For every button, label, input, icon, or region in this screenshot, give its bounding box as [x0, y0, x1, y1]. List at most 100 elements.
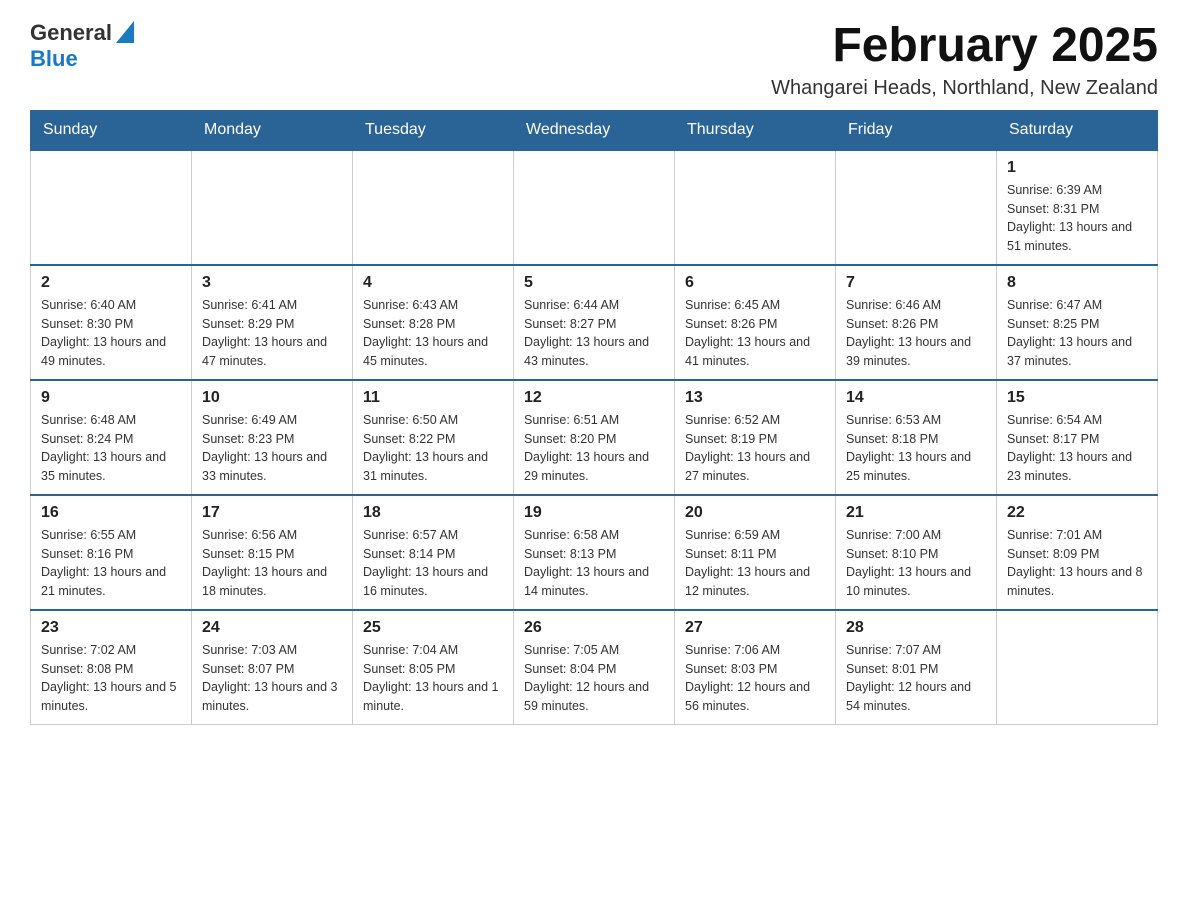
- day-info: Sunrise: 7:06 AM Sunset: 8:03 PM Dayligh…: [685, 641, 825, 716]
- day-number: 1: [1007, 159, 1147, 177]
- calendar-day-cell: [31, 150, 192, 265]
- day-number: 14: [846, 389, 986, 407]
- day-info: Sunrise: 6:57 AM Sunset: 8:14 PM Dayligh…: [363, 526, 503, 601]
- location-title: Whangarei Heads, Northland, New Zealand: [771, 77, 1158, 100]
- day-number: 17: [202, 504, 342, 522]
- day-info: Sunrise: 7:00 AM Sunset: 8:10 PM Dayligh…: [846, 526, 986, 601]
- day-of-week-header: Friday: [836, 110, 997, 150]
- calendar-day-cell: [353, 150, 514, 265]
- calendar-day-cell: 18 Sunrise: 6:57 AM Sunset: 8:14 PM Dayli…: [353, 495, 514, 610]
- calendar-day-cell: 1 Sunrise: 6:39 AM Sunset: 8:31 PM Daylig…: [997, 150, 1158, 265]
- day-number: 12: [524, 389, 664, 407]
- calendar-day-cell: 25 Sunrise: 7:04 AM Sunset: 8:05 PM Dayli…: [353, 610, 514, 725]
- day-info: Sunrise: 7:04 AM Sunset: 8:05 PM Dayligh…: [363, 641, 503, 716]
- day-info: Sunrise: 7:07 AM Sunset: 8:01 PM Dayligh…: [846, 641, 986, 716]
- day-number: 23: [41, 619, 181, 637]
- logo-general-text: General: [30, 20, 112, 46]
- day-number: 3: [202, 274, 342, 292]
- day-of-week-header: Thursday: [675, 110, 836, 150]
- day-info: Sunrise: 6:47 AM Sunset: 8:25 PM Dayligh…: [1007, 296, 1147, 371]
- calendar-week-row: 23 Sunrise: 7:02 AM Sunset: 8:08 PM Dayli…: [31, 610, 1158, 725]
- calendar-day-cell: 20 Sunrise: 6:59 AM Sunset: 8:11 PM Dayli…: [675, 495, 836, 610]
- calendar-day-cell: 15 Sunrise: 6:54 AM Sunset: 8:17 PM Dayli…: [997, 380, 1158, 495]
- day-info: Sunrise: 6:54 AM Sunset: 8:17 PM Dayligh…: [1007, 411, 1147, 486]
- calendar-day-cell: 9 Sunrise: 6:48 AM Sunset: 8:24 PM Daylig…: [31, 380, 192, 495]
- calendar-week-row: 9 Sunrise: 6:48 AM Sunset: 8:24 PM Daylig…: [31, 380, 1158, 495]
- day-info: Sunrise: 6:39 AM Sunset: 8:31 PM Dayligh…: [1007, 181, 1147, 256]
- day-number: 13: [685, 389, 825, 407]
- day-info: Sunrise: 6:52 AM Sunset: 8:19 PM Dayligh…: [685, 411, 825, 486]
- page-header: General Blue February 2025 Whangarei Hea…: [30, 20, 1158, 100]
- title-section: February 2025 Whangarei Heads, Northland…: [771, 20, 1158, 100]
- day-info: Sunrise: 7:02 AM Sunset: 8:08 PM Dayligh…: [41, 641, 181, 716]
- day-number: 20: [685, 504, 825, 522]
- day-number: 18: [363, 504, 503, 522]
- calendar-day-cell: 13 Sunrise: 6:52 AM Sunset: 8:19 PM Dayli…: [675, 380, 836, 495]
- logo: General Blue: [30, 20, 134, 72]
- day-info: Sunrise: 6:48 AM Sunset: 8:24 PM Dayligh…: [41, 411, 181, 486]
- calendar-day-cell: [675, 150, 836, 265]
- day-info: Sunrise: 6:45 AM Sunset: 8:26 PM Dayligh…: [685, 296, 825, 371]
- day-info: Sunrise: 6:59 AM Sunset: 8:11 PM Dayligh…: [685, 526, 825, 601]
- day-info: Sunrise: 6:49 AM Sunset: 8:23 PM Dayligh…: [202, 411, 342, 486]
- day-info: Sunrise: 6:46 AM Sunset: 8:26 PM Dayligh…: [846, 296, 986, 371]
- logo-triangle-icon: [116, 21, 134, 48]
- calendar-day-cell: 16 Sunrise: 6:55 AM Sunset: 8:16 PM Dayli…: [31, 495, 192, 610]
- calendar-day-cell: 26Sunrise: 7:05 AM Sunset: 8:04 PM Dayli…: [514, 610, 675, 725]
- day-of-week-header: Wednesday: [514, 110, 675, 150]
- calendar-day-cell: 8 Sunrise: 6:47 AM Sunset: 8:25 PM Daylig…: [997, 265, 1158, 380]
- day-number: 19: [524, 504, 664, 522]
- logo-blue-text: Blue: [30, 46, 78, 71]
- day-info: Sunrise: 7:03 AM Sunset: 8:07 PM Dayligh…: [202, 641, 342, 716]
- day-number: 15: [1007, 389, 1147, 407]
- month-title: February 2025: [771, 20, 1158, 73]
- calendar-day-cell: 10Sunrise: 6:49 AM Sunset: 8:23 PM Dayli…: [192, 380, 353, 495]
- calendar-day-cell: [514, 150, 675, 265]
- day-number: 25: [363, 619, 503, 637]
- day-of-week-header: Monday: [192, 110, 353, 150]
- calendar-day-cell: 27 Sunrise: 7:06 AM Sunset: 8:03 PM Dayli…: [675, 610, 836, 725]
- day-number: 2: [41, 274, 181, 292]
- day-number: 8: [1007, 274, 1147, 292]
- calendar-week-row: 16 Sunrise: 6:55 AM Sunset: 8:16 PM Dayli…: [31, 495, 1158, 610]
- day-number: 22: [1007, 504, 1147, 522]
- calendar-week-row: 1 Sunrise: 6:39 AM Sunset: 8:31 PM Daylig…: [31, 150, 1158, 265]
- day-number: 5: [524, 274, 664, 292]
- day-number: 27: [685, 619, 825, 637]
- calendar-day-cell: 11Sunrise: 6:50 AM Sunset: 8:22 PM Dayli…: [353, 380, 514, 495]
- day-number: 4: [363, 274, 503, 292]
- day-number: 7: [846, 274, 986, 292]
- calendar-day-cell: [997, 610, 1158, 725]
- calendar-header-row: SundayMondayTuesdayWednesdayThursdayFrid…: [31, 110, 1158, 150]
- day-number: 6: [685, 274, 825, 292]
- calendar-day-cell: 28 Sunrise: 7:07 AM Sunset: 8:01 PM Dayli…: [836, 610, 997, 725]
- day-info: Sunrise: 6:53 AM Sunset: 8:18 PM Dayligh…: [846, 411, 986, 486]
- day-number: 28: [846, 619, 986, 637]
- calendar-day-cell: 14 Sunrise: 6:53 AM Sunset: 8:18 PM Dayli…: [836, 380, 997, 495]
- calendar-day-cell: 17 Sunrise: 6:56 AM Sunset: 8:15 PM Dayli…: [192, 495, 353, 610]
- calendar-week-row: 2Sunrise: 6:40 AM Sunset: 8:30 PM Daylig…: [31, 265, 1158, 380]
- day-info: Sunrise: 7:01 AM Sunset: 8:09 PM Dayligh…: [1007, 526, 1147, 601]
- day-number: 11: [363, 389, 503, 407]
- day-number: 16: [41, 504, 181, 522]
- day-number: 26: [524, 619, 664, 637]
- calendar-day-cell: 3Sunrise: 6:41 AM Sunset: 8:29 PM Daylig…: [192, 265, 353, 380]
- calendar-table: SundayMondayTuesdayWednesdayThursdayFrid…: [30, 110, 1158, 725]
- day-info: Sunrise: 6:43 AM Sunset: 8:28 PM Dayligh…: [363, 296, 503, 371]
- day-number: 9: [41, 389, 181, 407]
- calendar-day-cell: 19Sunrise: 6:58 AM Sunset: 8:13 PM Dayli…: [514, 495, 675, 610]
- calendar-day-cell: 5 Sunrise: 6:44 AM Sunset: 8:27 PM Daylig…: [514, 265, 675, 380]
- day-of-week-header: Saturday: [997, 110, 1158, 150]
- calendar-day-cell: [192, 150, 353, 265]
- calendar-day-cell: 24 Sunrise: 7:03 AM Sunset: 8:07 PM Dayli…: [192, 610, 353, 725]
- calendar-day-cell: 21 Sunrise: 7:00 AM Sunset: 8:10 PM Dayli…: [836, 495, 997, 610]
- day-info: Sunrise: 6:56 AM Sunset: 8:15 PM Dayligh…: [202, 526, 342, 601]
- day-number: 21: [846, 504, 986, 522]
- calendar-day-cell: 22 Sunrise: 7:01 AM Sunset: 8:09 PM Dayli…: [997, 495, 1158, 610]
- calendar-day-cell: [836, 150, 997, 265]
- day-number: 24: [202, 619, 342, 637]
- day-info: Sunrise: 6:55 AM Sunset: 8:16 PM Dayligh…: [41, 526, 181, 601]
- calendar-day-cell: 7 Sunrise: 6:46 AM Sunset: 8:26 PM Daylig…: [836, 265, 997, 380]
- day-info: Sunrise: 6:44 AM Sunset: 8:27 PM Dayligh…: [524, 296, 664, 371]
- day-info: Sunrise: 6:51 AM Sunset: 8:20 PM Dayligh…: [524, 411, 664, 486]
